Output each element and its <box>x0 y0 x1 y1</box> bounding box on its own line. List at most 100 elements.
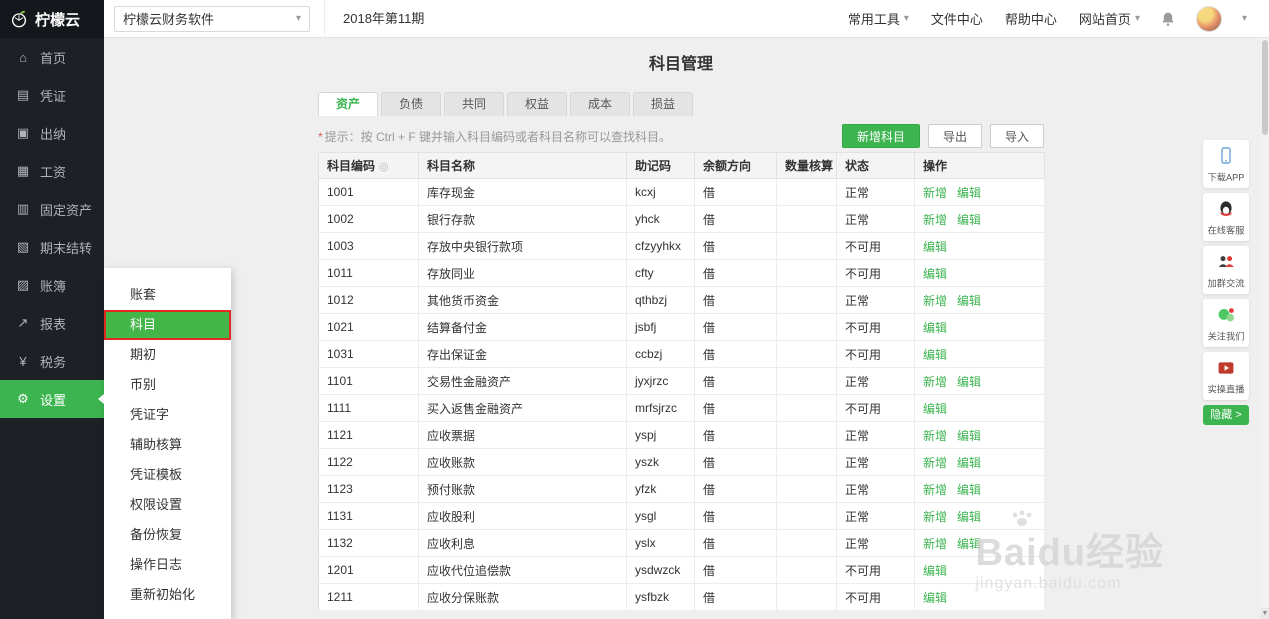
submenu-item-voucher-template[interactable]: 凭证模板 <box>104 460 231 490</box>
float-online-service[interactable]: 在线客服 <box>1203 193 1249 241</box>
cell-direction: 借 <box>694 448 777 476</box>
add-link[interactable]: 新增 <box>923 510 947 524</box>
submenu-item-subjects[interactable]: 科目 <box>104 310 231 340</box>
cell-direction: 借 <box>694 286 777 314</box>
edit-link[interactable]: 编辑 <box>923 402 947 416</box>
topbar-menu: 常用工具 ▾ 文件中心 帮助中心 网站首页 ▾ <box>848 9 1140 28</box>
add-link[interactable]: 新增 <box>923 456 947 470</box>
table-row: 1002 银行存款 yhck 借 正常 新增 编辑 <box>318 205 1045 233</box>
submenu-item-permission-settings[interactable]: 权限设置 <box>104 490 231 520</box>
salary-icon: ▦ <box>16 163 30 178</box>
edit-link[interactable]: 编辑 <box>957 186 981 200</box>
sidebar-item-label: 税务 <box>40 354 67 370</box>
sidebar-item-cashier[interactable]: ▣ 出纳 <box>0 114 104 152</box>
add-link[interactable]: 新增 <box>923 294 947 308</box>
cell-mnemonic: yfzk <box>626 475 695 503</box>
edit-link[interactable]: 编辑 <box>923 240 947 254</box>
tab-assets[interactable]: 资产 <box>318 92 378 116</box>
topbar-link-site-home[interactable]: 网站首页 ▾ <box>1079 9 1140 28</box>
cell-direction: 借 <box>694 421 777 449</box>
avatar[interactable] <box>1195 5 1222 32</box>
float-follow-us[interactable]: 关注我们 <box>1203 299 1249 347</box>
cell-status: 不可用 <box>836 232 915 260</box>
sort-icon: ◎ <box>379 161 389 173</box>
search-hint: * 提示：按 Ctrl + F 键并输入科目编码或者科目名称可以查找科目。 <box>318 128 671 145</box>
product-select[interactable]: 柠檬云财务软件 ▾ <box>114 5 310 32</box>
tab-equity[interactable]: 权益 <box>507 92 567 116</box>
topbar-link-help-center[interactable]: 帮助中心 <box>1005 9 1057 28</box>
hide-floatbar-button[interactable]: 隐藏 > <box>1203 405 1249 425</box>
cell-mnemonic: qthbzj <box>626 286 695 314</box>
edit-link[interactable]: 编辑 <box>923 321 947 335</box>
import-button[interactable]: 导入 <box>989 124 1044 148</box>
add-subject-button[interactable]: 新增科目 <box>841 124 920 148</box>
edit-link[interactable]: 编辑 <box>957 294 981 308</box>
edit-link[interactable]: 编辑 <box>957 510 981 524</box>
add-link[interactable]: 新增 <box>923 429 947 443</box>
sidebar-item-period-end[interactable]: ▧ 期末结转 <box>0 228 104 266</box>
sidebar-item-report[interactable]: ↗ 报表 <box>0 304 104 342</box>
cell-direction: 借 <box>694 232 777 260</box>
tab-liabilities[interactable]: 负债 <box>381 92 441 116</box>
submenu-item-auxiliary-accounting[interactable]: 辅助核算 <box>104 430 231 460</box>
bell-icon[interactable] <box>1160 11 1176 27</box>
sidebar-item-fixed-assets[interactable]: ▥ 固定资产 <box>0 190 104 228</box>
cell-code: 1121 <box>318 421 419 449</box>
topbar-link-label: 常用工具 <box>847 12 900 27</box>
sidebar-item-ledger[interactable]: ▨ 账簿 <box>0 266 104 304</box>
edit-link[interactable]: 编辑 <box>957 456 981 470</box>
float-join-group[interactable]: 加群交流 <box>1203 246 1249 294</box>
edit-link[interactable]: 编辑 <box>923 564 947 578</box>
scrollbar: ▼ <box>1261 38 1269 619</box>
edit-link[interactable]: 编辑 <box>957 429 981 443</box>
submenu-item-currency[interactable]: 币别 <box>104 370 231 400</box>
topbar-link-file-center[interactable]: 文件中心 <box>931 9 983 28</box>
export-button[interactable]: 导出 <box>927 124 982 148</box>
cell-qty <box>776 502 837 530</box>
cell-name: 库存现金 <box>418 178 627 206</box>
sidebar-item-tax[interactable]: ¥ 税务 <box>0 342 104 380</box>
add-link[interactable]: 新增 <box>923 186 947 200</box>
cell-qty <box>776 340 837 368</box>
edit-link[interactable]: 编辑 <box>957 213 981 227</box>
cell-actions: 编辑 <box>914 556 1045 584</box>
cell-direction: 借 <box>694 502 777 530</box>
float-download-app[interactable]: 下载APP <box>1203 140 1249 188</box>
edit-link[interactable]: 编辑 <box>957 375 981 389</box>
edit-link[interactable]: 编辑 <box>923 348 947 362</box>
add-link[interactable]: 新增 <box>923 537 947 551</box>
add-link[interactable]: 新增 <box>923 375 947 389</box>
edit-link[interactable]: 编辑 <box>957 537 981 551</box>
sidebar-item-voucher[interactable]: ▤ 凭证 <box>0 76 104 114</box>
edit-link[interactable]: 编辑 <box>923 267 947 281</box>
building-icon: ▥ <box>16 201 30 216</box>
edit-link[interactable]: 编辑 <box>923 591 947 605</box>
scroll-down-arrow-icon[interactable]: ▼ <box>1261 608 1269 619</box>
topbar-link-common-tools[interactable]: 常用工具 ▾ <box>848 9 909 28</box>
submenu-item-voucher-word[interactable]: 凭证字 <box>104 400 231 430</box>
sidebar-item-home[interactable]: ⌂ 首页 <box>0 38 104 76</box>
edit-link[interactable]: 编辑 <box>957 483 981 497</box>
sidebar-item-label: 凭证 <box>40 88 67 104</box>
topbar-right: 常用工具 ▾ 文件中心 帮助中心 网站首页 ▾ ▾ <box>848 5 1269 32</box>
scrollbar-thumb[interactable] <box>1262 40 1268 135</box>
submenu-item-reinitialize[interactable]: 重新初始化 <box>104 580 231 610</box>
float-live-stream[interactable]: 实操直播 <box>1203 352 1249 400</box>
sidebar-menu: ⌂ 首页 ▤ 凭证 ▣ 出纳 ▦ 工资 ▥ 固定资产 ▧ 期末结转 ▨ 账簿 ↗ 报表 ¥ 税务 ⚙ 设置 <box>0 38 104 418</box>
sidebar-item-settings[interactable]: ⚙ 设置 <box>0 380 104 418</box>
submenu-item-opening-balance[interactable]: 期初 <box>104 340 231 370</box>
avatar-chevron-icon[interactable]: ▾ <box>1242 13 1247 24</box>
tab-cost[interactable]: 成本 <box>570 92 630 116</box>
phone-icon <box>1216 145 1236 167</box>
add-link[interactable]: 新增 <box>923 483 947 497</box>
logo-text: 柠檬云 <box>35 11 81 29</box>
add-link[interactable]: 新增 <box>923 213 947 227</box>
submenu-item-operation-log[interactable]: 操作日志 <box>104 550 231 580</box>
tab-profit-loss[interactable]: 损益 <box>633 92 693 116</box>
float-label: 加群交流 <box>1207 278 1245 289</box>
cell-code: 1123 <box>318 475 419 503</box>
submenu-item-account-set[interactable]: 账套 <box>104 280 231 310</box>
tab-common[interactable]: 共同 <box>444 92 504 116</box>
submenu-item-backup-restore[interactable]: 备份恢复 <box>104 520 231 550</box>
sidebar-item-salary[interactable]: ▦ 工资 <box>0 152 104 190</box>
